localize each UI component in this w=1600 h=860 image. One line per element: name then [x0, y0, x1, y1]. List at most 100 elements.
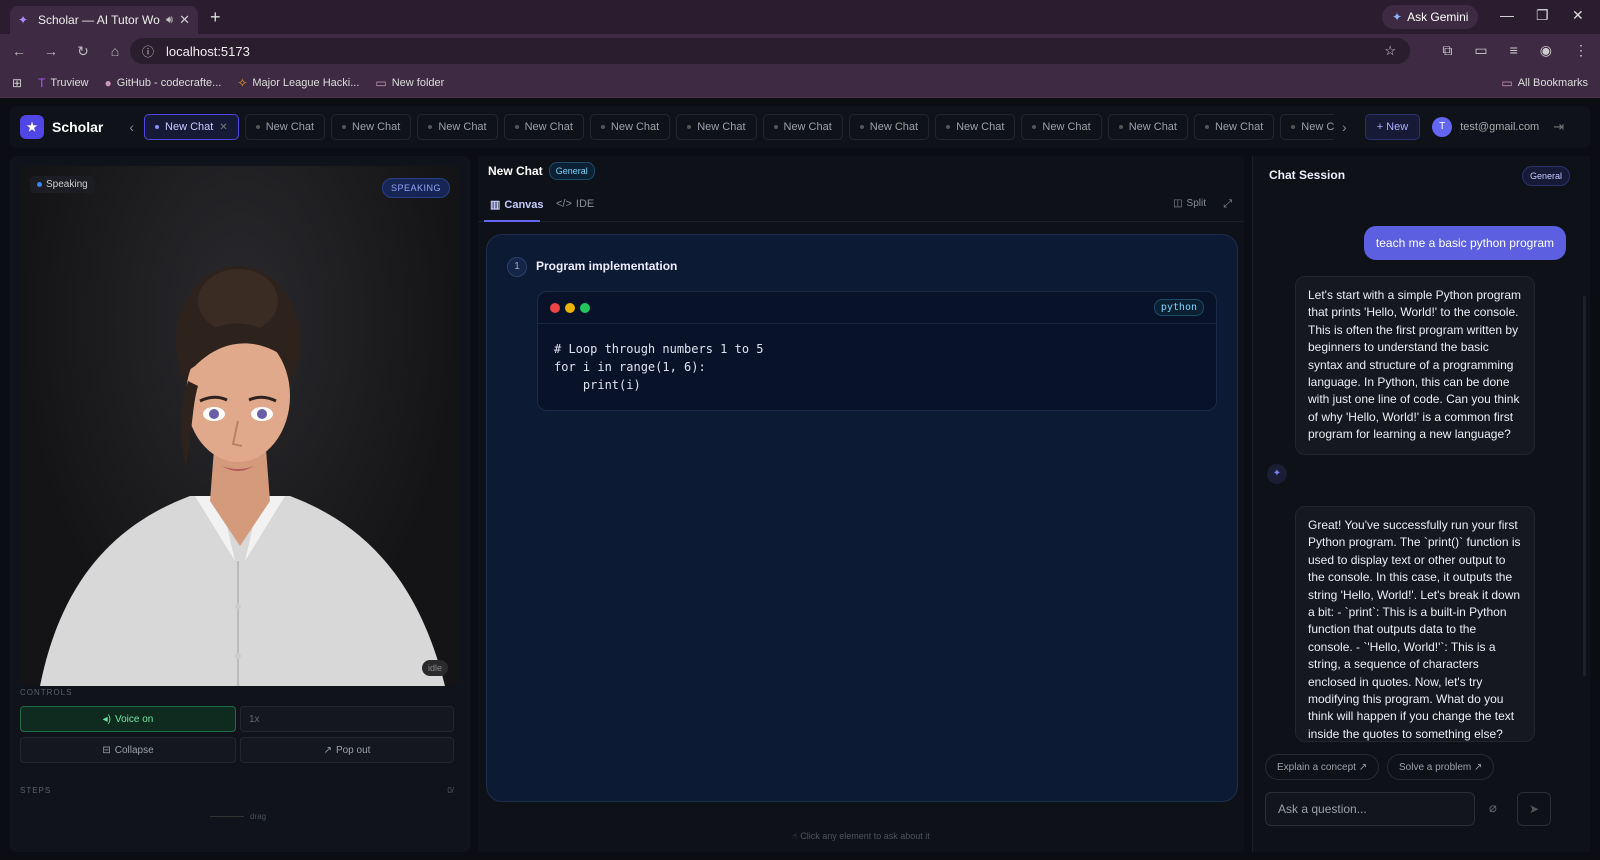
menu-icon[interactable]: ⋮ — [1574, 42, 1588, 59]
speaker-icon[interactable]: 🔊︎ — [166, 14, 173, 27]
chevron-left-icon[interactable]: ‹ — [129, 119, 134, 135]
tab-ide[interactable]: </> IDE — [556, 198, 594, 210]
truview-icon: T — [38, 75, 46, 90]
address-bar[interactable]: ⓘ localhost:5173 ☆ — [130, 38, 1410, 64]
logout-icon[interactable]: ⇥ — [1553, 119, 1564, 135]
chat-scrollbar[interactable] — [1583, 296, 1586, 676]
chat-title: New Chat — [488, 164, 543, 178]
tab-canvas[interactable]: ▥ Canvas — [490, 198, 544, 212]
scholar-logo-icon: ★ — [20, 115, 44, 139]
media-icon[interactable]: ≡ — [1510, 42, 1518, 59]
chat-tab-active[interactable]: New Chat ✕ — [144, 114, 239, 140]
question-input[interactable] — [1265, 792, 1475, 826]
chat-tab[interactable]: New Chat — [676, 114, 757, 140]
reload-icon[interactable]: ↻ — [76, 43, 90, 60]
pop-out-label: Pop out — [335, 744, 371, 756]
bookmark-star-icon[interactable]: ☆ — [1384, 43, 1396, 59]
chat-tab[interactable]: New Chat — [935, 114, 1016, 140]
back-icon[interactable]: ← — [12, 43, 26, 59]
apps-grid-icon[interactable]: ⊞ — [12, 76, 22, 90]
bookmark-github[interactable]: ● GitHub - codecrafte... — [105, 76, 222, 90]
send-icon: ➤ — [1528, 802, 1540, 816]
tab-ide-label: IDE — [575, 198, 595, 210]
ask-gemini-button[interactable]: ✦ Ask Gemini — [1382, 5, 1479, 29]
all-bookmarks[interactable]: ▭ All Bookmarks — [1501, 76, 1588, 90]
home-icon[interactable]: ⌂ — [108, 43, 122, 59]
forward-icon[interactable]: → — [44, 43, 58, 59]
chat-tab[interactable]: New Chat — [244, 114, 326, 140]
code-block[interactable]: python # Loop through numbers 1 to 5 for… — [537, 291, 1217, 411]
send-button[interactable]: ➤ — [1517, 792, 1551, 826]
toolbar-actions: ⧉ ▭ ≡ ◉ ⋮ — [1442, 42, 1588, 59]
chat-tab-label: New Chat — [438, 121, 487, 133]
chevron-right-icon[interactable]: › — [1342, 119, 1347, 135]
avatar-bun — [198, 269, 278, 333]
chat-header: New Chat General — [488, 162, 595, 180]
split-button[interactable]: ◫ Split — [1173, 198, 1206, 209]
canvas-card[interactable]: 1 Program implementation python # Loop t… — [486, 234, 1238, 802]
browser-tabstrip: ✦ Scholar — AI Tutor Worksp 🔊︎ ✕ + ✦ Ask… — [0, 0, 1600, 34]
pop-out-button[interactable]: ↗ Pop out — [240, 737, 454, 763]
suggestion-explain-concept[interactable]: Explain a concept ↗ — [1265, 754, 1380, 780]
url-text: localhost:5173 — [166, 43, 250, 59]
restore-icon[interactable]: ❐ — [1536, 7, 1549, 24]
voice-label: Voice on — [114, 713, 154, 725]
collapse-button[interactable]: ⊟ Collapse — [20, 737, 236, 763]
tab-dot — [687, 125, 692, 129]
expand-icon[interactable]: ⤢ — [1223, 198, 1232, 211]
chat-tab[interactable]: New Chat — [1193, 114, 1275, 140]
chat-tab[interactable]: New Chat — [331, 114, 412, 140]
session-category-badge: General — [1521, 166, 1570, 186]
avatar-button — [235, 603, 241, 609]
bookmark-new-folder[interactable]: ▭ New folder — [375, 76, 444, 90]
profile-icon[interactable]: ◉ — [1540, 42, 1552, 59]
all-bookmarks-label: All Bookmarks — [1517, 77, 1588, 89]
attach-icon[interactable]: ⌀ — [1489, 800, 1497, 816]
voice-toggle-button[interactable]: ◂) Voice on — [20, 706, 236, 732]
drag-handle[interactable]: drag — [210, 812, 266, 821]
bookmark-truview[interactable]: T Truview — [38, 76, 88, 90]
step-title: Program implementation — [536, 259, 678, 273]
chat-tab[interactable]: New Chat — [1280, 114, 1335, 140]
avatar-stage: Speaking SPEAKING idle — [20, 166, 460, 686]
close-chat-tab-icon[interactable]: ✕ — [219, 122, 227, 133]
bookmark-mlh[interactable]: ✧ Major League Hacki... — [237, 76, 359, 90]
avatar-button — [235, 653, 241, 659]
new-tab-button[interactable]: + — [210, 7, 221, 28]
avatar-panel: Speaking SPEAKING idle CONTROLS ◂) Voice… — [10, 156, 470, 852]
bookmarks-bar: ⊞ T Truview ● GitHub - codecrafte... ✧ Majo… — [0, 68, 1600, 98]
chat-tab[interactable]: New Chat — [848, 114, 930, 140]
chat-tab[interactable]: New Chat — [762, 114, 843, 140]
chat-tab[interactable]: New Chat — [1021, 114, 1102, 140]
speed-select[interactable]: 1x — [240, 706, 454, 732]
extensions-icon[interactable]: ⧉ — [1442, 42, 1452, 59]
speaking-badge: SPEAKING — [381, 178, 450, 198]
minimize-icon[interactable]: — — [1500, 7, 1514, 23]
code-content: # Loop through numbers 1 to 5 for i in r… — [554, 342, 764, 392]
chat-tab[interactable]: New Chat — [589, 114, 671, 140]
suggestion-solve-problem[interactable]: Solve a problem ↗ — [1387, 754, 1495, 780]
code-icon: </> — [556, 198, 572, 210]
tab-dot — [342, 125, 347, 129]
tab-dot — [155, 125, 160, 129]
gemini-icon: ✦ — [1392, 10, 1403, 24]
new-chat-button[interactable]: + New — [1364, 114, 1421, 140]
close-tab-icon[interactable]: ✕ — [179, 12, 190, 28]
app-logo[interactable]: ★ Scholar — [20, 115, 103, 139]
browser-tab-title: Scholar — AI Tutor Worksp — [38, 13, 160, 27]
user-menu[interactable]: T test@gmail.com ⇥ — [1432, 117, 1564, 137]
view-tabs: ▥ Canvas </> IDE ◫ Split ⤢ — [478, 190, 1244, 222]
cast-icon[interactable]: ▭ — [1474, 42, 1487, 59]
folder-icon: ▭ — [1501, 76, 1513, 90]
chat-session-title: Chat Session — [1269, 168, 1346, 182]
avatar: T — [1432, 117, 1453, 137]
code-language-badge: python — [1153, 299, 1204, 316]
canvas-hint-text: Click any element to ask about it — [800, 831, 930, 841]
chat-tab[interactable]: New Chat — [417, 114, 498, 140]
chat-tab[interactable]: New Chat — [503, 114, 584, 140]
chat-tab[interactable]: New Chat — [1107, 114, 1188, 140]
browser-tab[interactable]: ✦ Scholar — AI Tutor Worksp 🔊︎ ✕ — [10, 6, 198, 34]
chat-tab-label: New Chat — [869, 121, 919, 133]
site-info-icon[interactable]: ⓘ — [142, 43, 154, 60]
close-window-icon[interactable]: ✕ — [1572, 7, 1584, 24]
